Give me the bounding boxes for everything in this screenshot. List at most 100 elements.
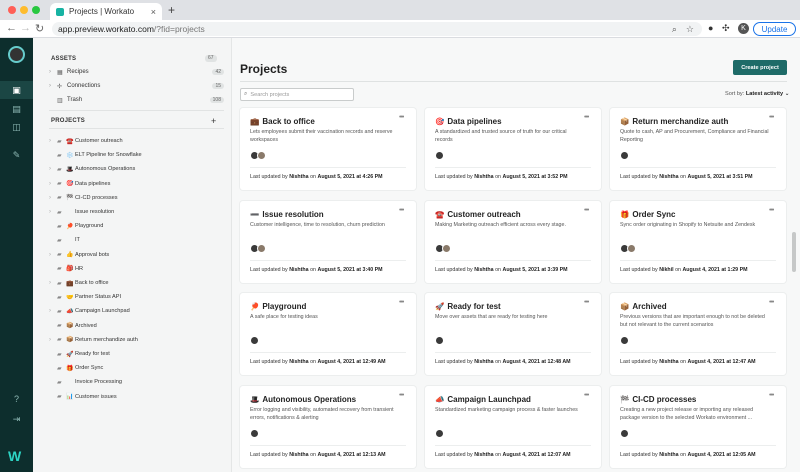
sidebar-item-trash[interactable]: ▥ Trash 108 — [49, 94, 224, 106]
sidebar-project-item[interactable]: › ▰ 🎩 Autonomous Operations — [49, 162, 224, 176]
more-options-icon[interactable]: ••• — [399, 207, 404, 214]
project-card[interactable]: 🎯 Data pipelines ••• A standardized and tru… — [425, 108, 601, 190]
sidebar-project-item[interactable]: › ▰ 🏁 CI-CD processes — [49, 191, 224, 205]
reload-icon[interactable]: ↻ — [35, 22, 44, 35]
add-project-button[interactable]: + — [211, 116, 216, 126]
project-card[interactable]: 🏓 Playground ••• A safe place for testing i… — [240, 293, 416, 375]
sidebar-project-item[interactable]: ▰ IT — [49, 233, 224, 247]
chevron-right-icon[interactable]: › — [49, 209, 57, 215]
card-title[interactable]: ➖ Issue resolution — [250, 210, 324, 219]
browser-tab[interactable]: Projects | Workato × — [50, 3, 162, 20]
puzzle-icon[interactable]: ✣ — [722, 23, 730, 34]
sidebar-item-recipes[interactable]: › ▦ Recipes 42 — [49, 66, 224, 78]
card-title[interactable]: 🎯 Data pipelines — [435, 117, 502, 126]
sidebar-project-item[interactable]: › ▰ 💼 Back to office — [49, 276, 224, 290]
sidebar-project-item[interactable]: ▰ 🚀 Ready for test — [49, 347, 224, 361]
profile-avatar[interactable]: K — [738, 23, 749, 34]
chevron-right-icon[interactable]: › — [49, 280, 57, 286]
sidebar-project-item[interactable]: › ▰ 🎯 Data pipelines — [49, 177, 224, 191]
chevron-right-icon[interactable]: › — [49, 195, 57, 201]
sidebar-project-item[interactable]: › ▰ ☎️ Customer outreach — [49, 134, 224, 148]
workato-logo-icon[interactable]: W — [8, 448, 21, 464]
more-options-icon[interactable]: ••• — [584, 207, 589, 214]
card-title[interactable]: 🎁 Order Sync — [620, 210, 675, 219]
help-icon[interactable]: ? — [0, 390, 33, 408]
chevron-right-icon[interactable]: › — [49, 252, 57, 258]
project-card[interactable]: 🎁 Order Sync ••• Sync order originating in … — [610, 201, 786, 283]
logout-icon[interactable]: ⇥ — [0, 410, 33, 428]
chevron-right-icon[interactable]: › — [49, 308, 57, 314]
tools-nav-icon[interactable]: ▤ — [0, 100, 33, 118]
project-card[interactable]: 📣 Campaign Launchpad ••• Standardized marke… — [425, 386, 601, 468]
sort-dropdown[interactable]: Sort by: Latest activity ⌄ — [725, 91, 789, 97]
more-options-icon[interactable]: ••• — [399, 114, 404, 121]
scrollbar[interactable] — [792, 232, 796, 272]
library-nav-icon[interactable]: ◫ — [0, 118, 33, 136]
sidebar-project-item[interactable]: › ▰ 📦 Return merchandize auth — [49, 333, 224, 347]
sidebar-project-item[interactable]: › ▰ 📣 Campaign Launchpad — [49, 304, 224, 318]
project-card[interactable]: ☎️ Customer outreach ••• Making Marketing o… — [425, 201, 601, 283]
more-options-icon[interactable]: ••• — [399, 392, 404, 399]
close-window-button[interactable] — [8, 6, 16, 14]
search-input[interactable] — [250, 91, 351, 98]
sidebar-project-item[interactable]: ▰ 📦 Archived — [49, 319, 224, 333]
project-card[interactable]: 📦 Return merchandize auth ••• Quote to cash… — [610, 108, 786, 190]
more-options-icon[interactable]: ••• — [399, 299, 404, 306]
more-options-icon[interactable]: ••• — [769, 299, 774, 306]
updated-date: August 4, 2021 at 12:48 AM — [502, 359, 571, 365]
card-title[interactable]: 📦 Archived — [620, 302, 667, 311]
project-card[interactable]: 💼 Back to office ••• Lets employees submit … — [240, 108, 416, 190]
update-button[interactable]: Update — [753, 22, 796, 36]
sidebar-project-item[interactable]: ▰ 🏓 Playground — [49, 219, 224, 233]
project-card[interactable]: 🎩 Autonomous Operations ••• Error logging a… — [240, 386, 416, 468]
forward-arrow-icon[interactable]: → — [20, 22, 31, 34]
more-options-icon[interactable]: ••• — [584, 114, 589, 121]
back-arrow-icon[interactable]: ← — [6, 22, 17, 34]
chevron-right-icon[interactable]: › — [49, 166, 57, 172]
card-title[interactable]: 🎩 Autonomous Operations — [250, 395, 356, 404]
user-avatar[interactable] — [8, 46, 25, 63]
card-footer: Last updated by Nishtha on August 4, 202… — [435, 359, 571, 365]
sidebar-project-label: Customer outreach — [75, 138, 123, 144]
card-title[interactable]: ☎️ Customer outreach — [435, 210, 521, 219]
projects-nav-icon[interactable]: ▣ — [0, 81, 33, 99]
card-title[interactable]: 🏁 CI-CD processes — [620, 395, 696, 404]
more-options-icon[interactable]: ••• — [584, 392, 589, 399]
sidebar-project-item[interactable]: ▰ 🎁 Order Sync — [49, 361, 224, 375]
card-title[interactable]: 📦 Return merchandize auth — [620, 117, 728, 126]
project-card[interactable]: 🏁 CI-CD processes ••• Creating a new projec… — [610, 386, 786, 468]
more-options-icon[interactable]: ••• — [769, 114, 774, 121]
chevron-right-icon[interactable]: › — [49, 181, 57, 187]
zoom-icon[interactable]: ⌕ — [672, 24, 677, 35]
folder-icon: ▰ — [57, 280, 62, 287]
project-card[interactable]: 📦 Archived ••• Previous versions that are i… — [610, 293, 786, 375]
sidebar-project-item[interactable]: ▰ ❄️ ELT Pipeline for Snowflake — [49, 148, 224, 162]
new-tab-button[interactable]: + — [168, 3, 175, 17]
address-bar[interactable]: app.preview.workato.com/?fid=projects ⌕ … — [52, 22, 702, 36]
maximize-window-button[interactable] — [32, 6, 40, 14]
card-title[interactable]: 📣 Campaign Launchpad — [435, 395, 531, 404]
sidebar-project-item[interactable]: ▰ Invoice Processing — [49, 375, 224, 389]
sidebar-project-item[interactable]: ▰ 🤝 Partner Status API — [49, 290, 224, 304]
card-title[interactable]: 🏓 Playground — [250, 302, 306, 311]
more-options-icon[interactable]: ••• — [584, 299, 589, 306]
sidebar-project-item[interactable]: ▰ 📊 Customer issues — [49, 390, 224, 404]
wrench-icon[interactable]: ✎ — [0, 146, 33, 164]
project-card[interactable]: ➖ Issue resolution ••• Customer intelligenc… — [240, 201, 416, 283]
tab-close-icon[interactable]: × — [151, 7, 156, 17]
create-project-button[interactable]: Create project — [733, 60, 787, 75]
minimize-window-button[interactable] — [20, 6, 28, 14]
extension-icon[interactable]: ● — [708, 23, 713, 33]
more-options-icon[interactable]: ••• — [769, 392, 774, 399]
project-card[interactable]: 🚀 Ready for test ••• Move over assets that … — [425, 293, 601, 375]
sidebar-project-item[interactable]: ▰ 🎒 HR — [49, 262, 224, 276]
chevron-right-icon[interactable]: › — [49, 138, 57, 144]
sidebar-item-connections[interactable]: › ✢ Connections 15 — [49, 80, 224, 92]
card-title[interactable]: 🚀 Ready for test — [435, 302, 501, 311]
bookmark-star-icon[interactable]: ☆ — [686, 24, 694, 35]
sidebar-project-item[interactable]: › ▰ 👍 Approval bots — [49, 248, 224, 262]
card-title[interactable]: 💼 Back to office — [250, 117, 315, 126]
chevron-right-icon[interactable]: › — [49, 337, 57, 343]
sidebar-project-item[interactable]: › ▰ Issue resolution — [49, 205, 224, 219]
more-options-icon[interactable]: ••• — [769, 207, 774, 214]
